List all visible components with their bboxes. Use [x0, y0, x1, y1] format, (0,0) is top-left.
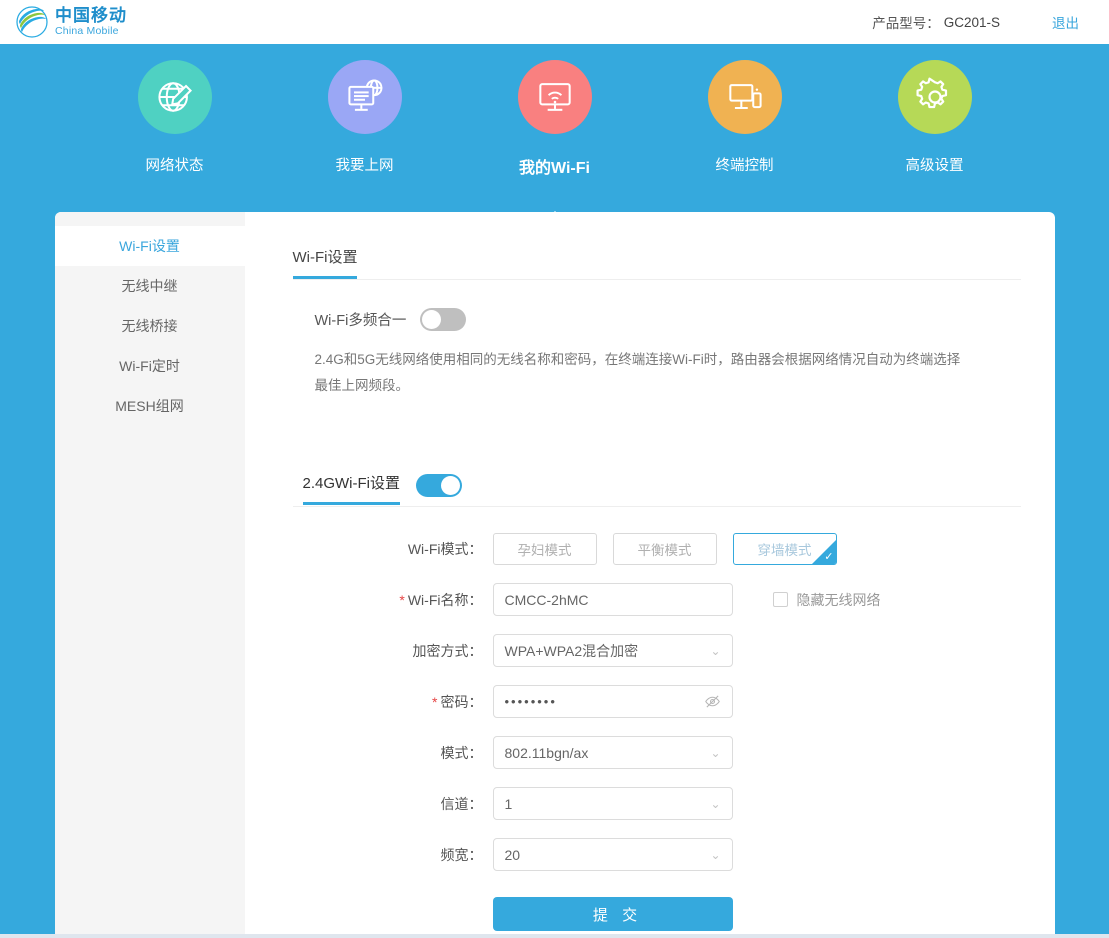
submit-button[interactable]: 提 交 [492, 897, 733, 931]
bandwidth-value: 20 [504, 846, 521, 863]
form-row-channel: 信道： 1 ⌄ [293, 787, 1021, 820]
hide-network-checkbox[interactable] [772, 592, 788, 607]
chevron-down-icon: ⌄ [710, 796, 721, 811]
tab-wifi-settings[interactable]: Wi-Fi设置 [292, 246, 358, 279]
band-24g-toggle[interactable] [416, 473, 463, 497]
page-header: 中国移动 China Mobile 产品型号： GC201-S 退出 [0, 0, 1109, 44]
multiband-row: Wi-Fi多频合一 [293, 308, 1021, 331]
mode-label: 平衡模式 [637, 543, 692, 558]
nav-item-internet[interactable]: 我要上网 [290, 44, 440, 212]
wifi-mode-label: Wi-Fi模式： [407, 541, 483, 557]
sidebar-item-wifi-settings[interactable]: Wi-Fi设置 [54, 226, 245, 266]
toggle-knob [441, 475, 461, 495]
main-content: Wi-Fi设置 Wi-Fi多频合一 2.4G和5G无线网络使用相同的无线名称和密… [245, 212, 1055, 934]
form-row-password: * 密码： •••••••• [293, 685, 1021, 718]
content-panel: Wi-Fi设置 无线中继 无线桥接 Wi-Fi定时 MESH组网 Wi-Fi设置 [54, 212, 1055, 934]
wifi-mode-option-balanced[interactable]: 平衡模式 [612, 533, 717, 565]
wifi-mode-options: 孕妇模式 平衡模式 穿墙模式 ✓ [492, 533, 853, 565]
password-input[interactable]: •••••••• [492, 685, 733, 718]
nav-label: 网络状态 [145, 158, 204, 174]
page-body: Wi-Fi设置 无线中继 无线桥接 Wi-Fi定时 MESH组网 Wi-Fi设置 [0, 212, 1109, 934]
ssid-input[interactable]: CMCC-2hMC [492, 583, 733, 616]
nav-item-network-status[interactable]: 网络状态 [100, 44, 250, 212]
nav-item-device-control[interactable]: 终端控制 [670, 44, 820, 212]
nav-label: 高级设置 [905, 158, 964, 174]
encryption-value: WPA+WPA2混合加密 [504, 642, 639, 659]
hide-network-checkbox-wrap[interactable]: 隐藏无线网络 [772, 590, 881, 610]
monitor-phone-icon [707, 60, 782, 134]
brand-name-en: China Mobile [55, 25, 119, 38]
form-row-wifi-mode: Wi-Fi模式： 孕妇模式 平衡模式 穿墙模式 ✓ [293, 533, 1021, 565]
phy-mode-value: 802.11bgn/ax [504, 744, 589, 761]
header-right: 产品型号： GC201-S 退出 [872, 12, 1079, 32]
brand-name-cn: 中国移动 [55, 6, 127, 26]
form-row-phy-mode: 模式： 802.11bgn/ax ⌄ [293, 736, 1021, 769]
mode-label: 孕妇模式 [517, 543, 572, 558]
brand-logo: 中国移动 China Mobile [16, 6, 127, 38]
multiband-description: 2.4G和5G无线网络使用相同的无线名称和密码，在终端连接Wi-Fi时，路由器会… [314, 352, 961, 393]
sidebar-item-wireless-bridge[interactable]: 无线桥接 [55, 306, 245, 346]
monitor-globe-icon [327, 60, 402, 134]
wifi-mode-option-pregnant[interactable]: 孕妇模式 [492, 533, 597, 565]
nav-label: 我的Wi-Fi [519, 160, 590, 177]
tab-bar: Wi-Fi设置 [292, 240, 1021, 280]
required-marker: * [432, 693, 438, 710]
wifi-form: Wi-Fi模式： 孕妇模式 平衡模式 穿墙模式 ✓ * Wi-Fi名称： CMC… [293, 533, 1021, 931]
multiband-toggle[interactable] [420, 308, 467, 331]
channel-label: 信道： [440, 795, 483, 812]
sidebar-item-wifi-schedule[interactable]: Wi-Fi定时 [55, 346, 245, 386]
bottom-strip [0, 934, 1109, 938]
encryption-select[interactable]: WPA+WPA2混合加密 ⌄ [492, 634, 733, 667]
submit-row: 提 交 [293, 897, 1021, 931]
sidebar-item-label: 无线中继 [121, 278, 178, 294]
nav-label: 我要上网 [335, 158, 394, 174]
channel-select[interactable]: 1 ⌄ [492, 787, 733, 820]
sidebar-item-wireless-relay[interactable]: 无线中继 [55, 266, 245, 306]
hide-network-label: 隐藏无线网络 [796, 591, 881, 608]
chevron-down-icon: ⌄ [710, 643, 721, 658]
band-24g-section-header: 2.4GWi-Fi设置 [292, 471, 1021, 507]
wifi-mode-option-wallpenetration[interactable]: 穿墙模式 ✓ [732, 533, 837, 565]
sidebar-item-label: MESH组网 [115, 398, 184, 414]
form-row-ssid: * Wi-Fi名称： CMCC-2hMC 隐藏无线网络 [293, 583, 1021, 616]
model-value: GC201-S [943, 14, 1000, 30]
sidebar-item-label: Wi-Fi定时 [119, 358, 180, 374]
required-marker: * [399, 591, 405, 608]
sidebar-item-label: 无线桥接 [121, 318, 178, 334]
chevron-down-icon: ⌄ [710, 847, 721, 862]
nav-item-my-wifi[interactable]: 我的Wi-Fi [480, 44, 630, 228]
check-icon: ✓ [824, 551, 834, 563]
phy-mode-select[interactable]: 802.11bgn/ax ⌄ [492, 736, 733, 769]
sidebar-item-label: Wi-Fi设置 [119, 238, 180, 254]
nav-item-advanced-settings[interactable]: 高级设置 [860, 44, 1010, 212]
gear-icon [897, 60, 972, 134]
band-24g-title: 2.4GWi-Fi设置 [302, 472, 401, 505]
encryption-label: 加密方式： [412, 642, 483, 659]
form-row-encryption: 加密方式： WPA+WPA2混合加密 ⌄ [293, 634, 1021, 667]
mode-label: 穿墙模式 [757, 543, 812, 558]
logout-link[interactable]: 退出 [1052, 12, 1079, 32]
channel-value: 1 [504, 795, 513, 812]
phy-mode-label: 模式： [440, 744, 483, 761]
bandwidth-select[interactable]: 20 ⌄ [492, 838, 733, 871]
sidebar-item-mesh-network[interactable]: MESH组网 [55, 386, 245, 426]
password-label: * 密码： [432, 693, 483, 710]
sidebar: Wi-Fi设置 无线中继 无线桥接 Wi-Fi定时 MESH组网 [54, 212, 245, 934]
ssid-label: * Wi-Fi名称： [399, 591, 483, 608]
model-label: 产品型号： [872, 16, 940, 31]
tab-label: Wi-Fi设置 [292, 249, 358, 266]
ssid-value: CMCC-2hMC [504, 591, 589, 608]
nav-label: 终端控制 [715, 158, 774, 174]
password-value: •••••••• [504, 694, 557, 709]
chevron-down-icon: ⌄ [710, 745, 721, 760]
monitor-wifi-icon [517, 60, 592, 134]
toggle-knob [422, 310, 442, 329]
main-navigation: 网络状态 我要上网 我的Wi-Fi 终端控制 高级设置 [0, 44, 1109, 228]
eye-off-icon[interactable] [704, 693, 721, 710]
multiband-label: Wi-Fi多频合一 [314, 313, 407, 329]
form-row-bandwidth: 频宽： 20 ⌄ [293, 838, 1021, 871]
china-mobile-logo-icon [16, 6, 48, 38]
bandwidth-label: 频宽： [440, 846, 483, 863]
globe-pencil-icon [137, 60, 212, 134]
